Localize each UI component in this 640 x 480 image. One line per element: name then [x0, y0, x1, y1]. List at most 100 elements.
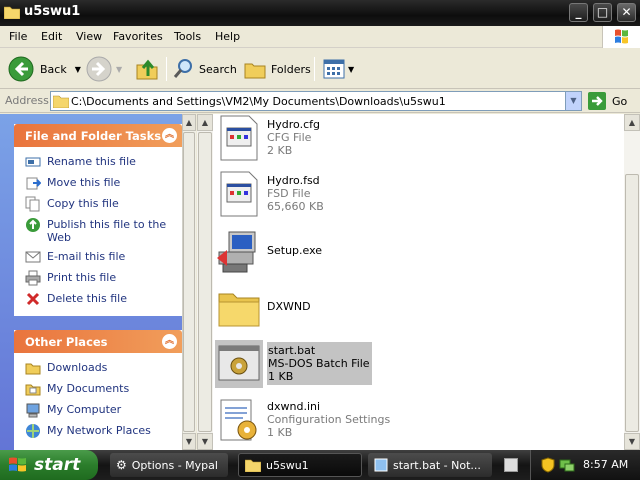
go-arrow-icon: [588, 92, 606, 110]
file-tasks-header[interactable]: File and Folder Tasks ︽: [14, 124, 182, 147]
forward-arrow-icon: [86, 56, 112, 82]
start-button[interactable]: start: [0, 450, 98, 480]
gear-icon: ⚙: [116, 458, 127, 472]
task-delete[interactable]: Delete this file: [25, 291, 175, 307]
task-print[interactable]: Print this file: [25, 270, 175, 286]
toolbar: Back ▼ ▼ Search Folders ▼: [0, 49, 640, 89]
forward-button[interactable]: ▼: [86, 55, 122, 83]
scroll-up-button[interactable]: ▲: [182, 114, 196, 131]
title-bar[interactable]: u5swu1 _ □ ✕: [0, 0, 640, 26]
scroll-thumb[interactable]: [183, 132, 195, 432]
taskbar-button-u5swu1[interactable]: u5swu1: [238, 453, 362, 477]
keyboard-icon[interactable]: [504, 458, 518, 472]
place-my-computer[interactable]: My Computer: [25, 402, 175, 418]
file-tasks-panel: File and Folder Tasks ︽ Rename this file…: [14, 124, 182, 316]
search-label: Search: [199, 62, 237, 76]
file-name: Hydro.fsd: [267, 174, 320, 187]
address-path: C:\Documents and Settings\VM2\My Documen…: [71, 95, 446, 108]
file-list: ▲ ▼ Hydro.cfg CFG File 2 KB Hydro.fsd FS…: [197, 114, 640, 450]
address-dropdown-button[interactable]: ▼: [565, 92, 581, 110]
task-pane-scrollbar[interactable]: ▲ ▼: [182, 114, 196, 450]
file-item-selected[interactable]: start.bat MS-DOS Batch File 1 KB: [215, 340, 372, 388]
file-name: dxwnd.ini: [267, 400, 321, 413]
scroll-thumb[interactable]: [198, 132, 212, 432]
folder-icon: [25, 363, 41, 375]
file-type: CFG File: [267, 131, 312, 144]
address-input[interactable]: C:\Documents and Settings\VM2\My Documen…: [50, 91, 582, 111]
close-button[interactable]: ✕: [617, 3, 636, 22]
security-shield-icon[interactable]: [541, 457, 555, 473]
scroll-thumb[interactable]: [625, 174, 639, 432]
clock[interactable]: 8:57 AM: [583, 458, 628, 471]
menu-edit[interactable]: Edit: [41, 30, 62, 43]
fsd-file-icon: [220, 171, 258, 217]
rename-icon: [25, 157, 41, 167]
menu-tools[interactable]: Tools: [174, 30, 201, 43]
file-type: FSD File: [267, 187, 311, 200]
maximize-button[interactable]: □: [593, 3, 612, 22]
back-label: Back: [40, 62, 67, 76]
file-item[interactable]: Hydro.fsd FSD File 65,660 KB: [215, 170, 324, 218]
file-size: 1 KB: [268, 370, 294, 383]
menu-file[interactable]: File: [9, 30, 27, 43]
chevron-down-icon[interactable]: ▼: [75, 65, 81, 74]
task-publish[interactable]: Publish this file to the Web: [25, 217, 175, 244]
file-item[interactable]: dxwnd.ini Configuration Settings 1 KB: [215, 396, 390, 444]
scroll-down-button[interactable]: ▼: [197, 433, 213, 450]
chevron-down-icon: ▼: [116, 64, 123, 74]
file-item[interactable]: Setup.exe: [215, 228, 322, 276]
move-icon: [26, 177, 41, 190]
collapse-chevron-icon[interactable]: ︽: [162, 334, 177, 349]
network-places-icon: [26, 424, 40, 438]
folder-icon: [218, 293, 260, 327]
go-button[interactable]: Go: [588, 92, 627, 110]
task-move[interactable]: Move this file: [25, 175, 175, 191]
task-copy[interactable]: Copy this file: [25, 196, 175, 212]
collapse-chevron-icon[interactable]: ︽: [162, 128, 177, 143]
file-name: Setup.exe: [267, 244, 323, 257]
menu-view[interactable]: View: [76, 30, 102, 43]
network-icon[interactable]: [559, 457, 575, 473]
menu-help[interactable]: Help: [215, 30, 240, 43]
setup-icon: [217, 231, 256, 273]
taskbar-button-mypal[interactable]: ⚙ Options - Mypal: [110, 453, 228, 477]
other-places-panel: Other Places ︽ Downloads My Documents My…: [14, 330, 182, 451]
back-button[interactable]: Back ▼: [8, 55, 81, 83]
file-tasks-title: File and Folder Tasks: [25, 129, 162, 143]
place-my-documents[interactable]: My Documents: [25, 381, 175, 397]
search-button[interactable]: Search: [172, 55, 237, 83]
file-item[interactable]: Hydro.cfg CFG File 2 KB: [215, 114, 320, 162]
menu-bar: File Edit View Favorites Tools Help: [0, 26, 640, 48]
taskbar-button-notepad[interactable]: start.bat - Not...: [368, 453, 492, 477]
left-scrollbar[interactable]: ▲ ▼: [197, 114, 213, 450]
other-places-title: Other Places: [25, 335, 108, 349]
views-button[interactable]: ▼: [322, 55, 354, 83]
place-downloads[interactable]: Downloads: [25, 360, 175, 376]
views-icon: [323, 59, 345, 79]
folders-label: Folders: [271, 62, 311, 76]
minimize-button[interactable]: _: [569, 3, 588, 22]
task-rename[interactable]: Rename this file: [25, 154, 175, 170]
go-label: Go: [612, 94, 628, 108]
file-name: Hydro.cfg: [267, 118, 320, 131]
folder-icon: [53, 95, 69, 108]
file-list-scrollbar[interactable]: ▲ ▼: [624, 114, 640, 450]
task-email[interactable]: E-mail this file: [25, 249, 175, 265]
other-places-header[interactable]: Other Places ︽: [14, 330, 182, 353]
scroll-up-button[interactable]: ▲: [197, 114, 213, 131]
windows-flag-icon: [9, 457, 26, 472]
task-pane: File and Folder Tasks ︽ Rename this file…: [0, 114, 196, 451]
scroll-up-button[interactable]: ▲: [624, 114, 640, 131]
windows-logo-icon: [602, 26, 640, 48]
search-icon: [173, 59, 192, 78]
publish-web-icon: [26, 218, 40, 232]
up-folder-button[interactable]: [134, 55, 160, 83]
menu-favorites[interactable]: Favorites: [113, 30, 163, 43]
place-my-network[interactable]: My Network Places: [25, 423, 175, 439]
scroll-down-button[interactable]: ▼: [624, 433, 640, 450]
folders-button[interactable]: Folders: [243, 55, 311, 83]
cfg-file-icon: [220, 115, 258, 161]
file-item[interactable]: DXWND: [215, 284, 311, 332]
scroll-down-button[interactable]: ▼: [182, 433, 196, 450]
file-name: start.bat: [268, 344, 316, 357]
